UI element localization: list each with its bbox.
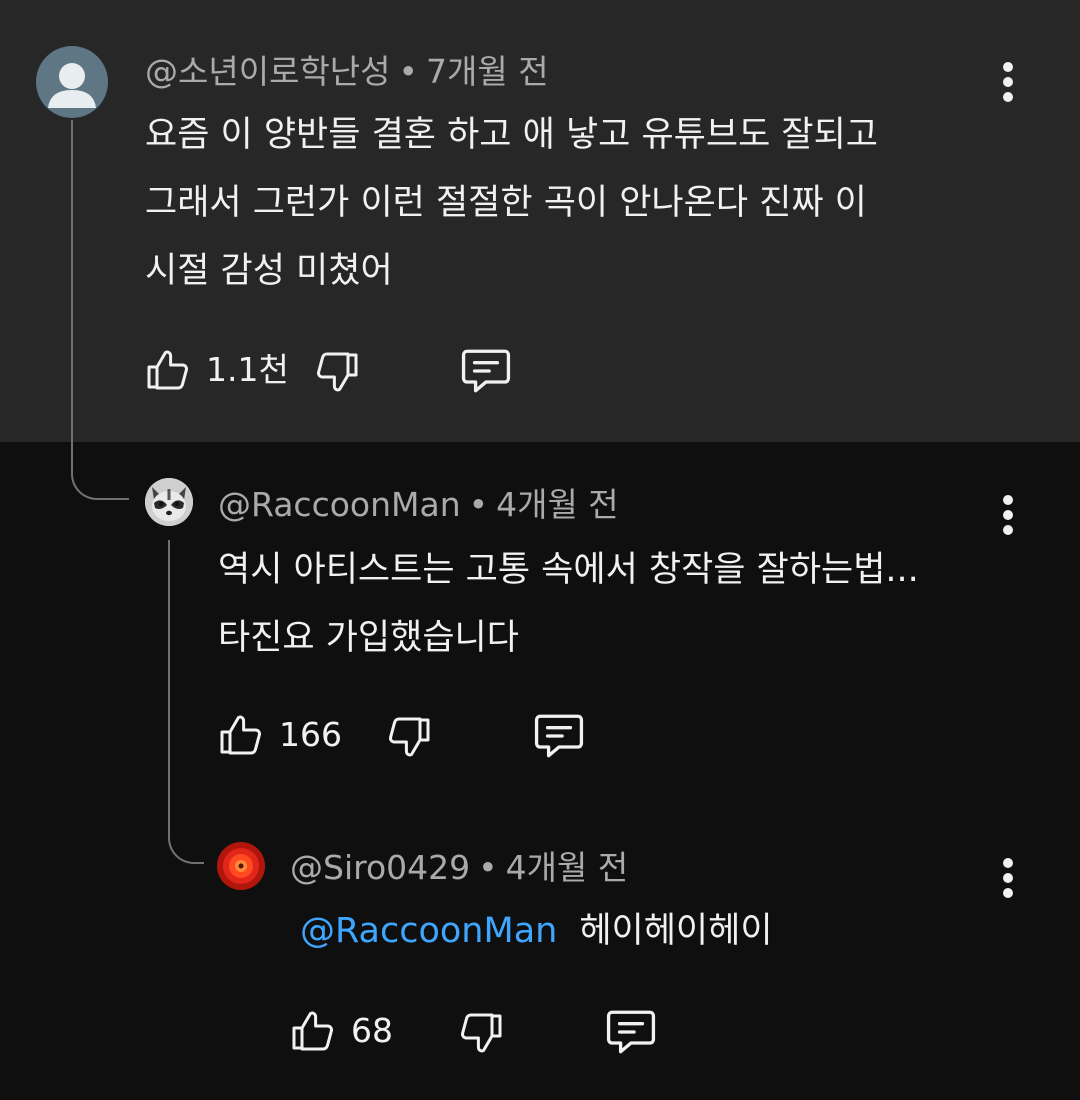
like-count: 68: [351, 1011, 393, 1050]
comment-line: 시절 감성 미쳤어: [145, 251, 393, 291]
thread-line-1: [71, 120, 73, 450]
comment-line: 요즘 이 양반들 결혼 하고 애 낳고 유튜브도 잘되고: [145, 115, 879, 155]
avatar-3[interactable]: [217, 842, 265, 890]
comment-text-2: 역시 아티스트는 고통 속에서 창작을 잘하는법... 타진요 가입했습니다: [218, 536, 919, 672]
reply-icon: [606, 1010, 656, 1054]
meta-separator: •: [478, 848, 498, 887]
more-vert-dot: [1003, 510, 1013, 520]
more-vert-dot: [1003, 92, 1013, 102]
more-vert-dot: [1003, 77, 1013, 87]
like-button-2[interactable]: 166: [217, 711, 342, 759]
comment-author[interactable]: @RaccoonMan: [218, 485, 461, 524]
thumbs-down-icon: [460, 1013, 502, 1053]
reply-icon: [461, 349, 511, 393]
thread-connector-2: [168, 818, 204, 864]
thumbs-up-icon: [147, 350, 189, 390]
comment-line: 그래서 그런가 이런 절절한 곡이 안나온다 진짜 이: [145, 183, 867, 223]
like-count: 1.1천: [206, 350, 289, 389]
reply-button-1[interactable]: [459, 346, 513, 396]
more-options-button-3[interactable]: [1001, 858, 1015, 898]
comment-time[interactable]: 4개월 전: [506, 848, 629, 887]
thumbs-down-icon: [388, 717, 430, 757]
more-options-button-2[interactable]: [1001, 495, 1015, 535]
default-avatar-icon: [48, 63, 96, 108]
meta-separator: •: [468, 485, 489, 524]
more-vert-dot: [1003, 888, 1013, 898]
avatar-1[interactable]: [36, 46, 108, 118]
raccoon-avatar-icon: [145, 478, 193, 526]
more-vert-dot: [1003, 525, 1013, 535]
thumbs-down-icon: [316, 352, 358, 392]
reply-icon: [534, 714, 584, 758]
comment-author[interactable]: @소년이로학난성: [145, 52, 391, 91]
comment-meta-2: @RaccoonMan • 4개월 전: [218, 485, 619, 525]
thread-line-2: [168, 540, 170, 822]
comment-time[interactable]: 7개월 전: [426, 52, 549, 91]
more-options-button-1[interactable]: [1001, 62, 1015, 102]
comment-line: 헤이헤이헤이: [579, 911, 773, 951]
dislike-button-1[interactable]: [313, 348, 361, 396]
comment-line: 역시 아티스트는 고통 속에서 창작을 잘하는법...: [218, 550, 919, 590]
dislike-button-3[interactable]: [457, 1009, 505, 1057]
dislike-button-2[interactable]: [385, 713, 433, 761]
comment-author[interactable]: @Siro0429: [290, 848, 470, 887]
comment-text-3: @RaccoonMan 헤이헤이헤이: [300, 897, 773, 965]
comment-text-1: 요즘 이 양반들 결혼 하고 애 낳고 유튜브도 잘되고 그래서 그런가 이런 …: [145, 101, 878, 305]
more-vert-dot: [1003, 873, 1013, 883]
like-button-3[interactable]: 68: [289, 1007, 393, 1055]
more-vert-icon: [1003, 62, 1013, 72]
like-button-1[interactable]: 1.1천: [144, 346, 289, 394]
more-vert-icon: [1003, 858, 1013, 868]
flower-avatar-icon: [217, 842, 265, 890]
comment-meta-1: @소년이로학난성 • 7개월 전: [145, 52, 549, 92]
thumbs-up-icon: [292, 1011, 334, 1051]
more-vert-icon: [1003, 495, 1013, 505]
like-count: 166: [279, 715, 342, 754]
comment-line: 타진요 가입했습니다: [218, 618, 519, 658]
mention-link[interactable]: @RaccoonMan: [300, 911, 557, 951]
avatar-2[interactable]: [145, 478, 193, 526]
thread-connector-1: [71, 448, 129, 500]
comment-meta-3: @Siro0429 • 4개월 전: [290, 848, 628, 888]
thumbs-up-icon: [220, 715, 262, 755]
reply-button-3[interactable]: [604, 1007, 658, 1057]
reply-button-2[interactable]: [532, 711, 586, 761]
meta-separator: •: [398, 52, 418, 91]
comment-time[interactable]: 4개월 전: [496, 485, 619, 524]
